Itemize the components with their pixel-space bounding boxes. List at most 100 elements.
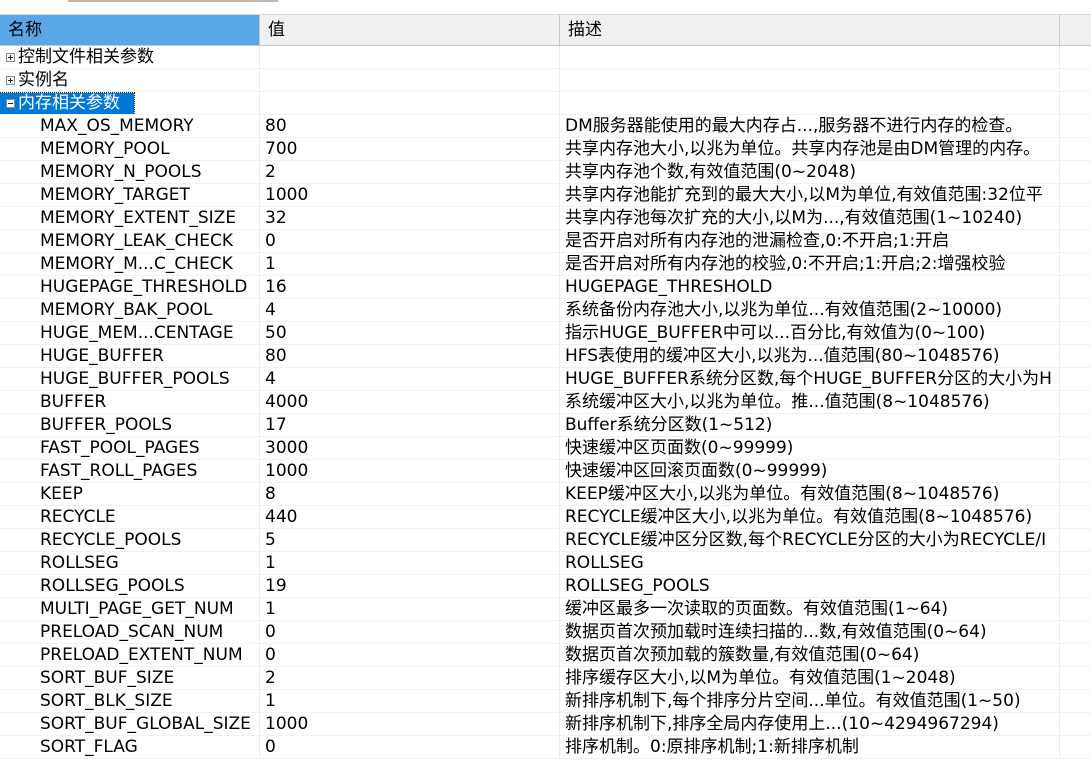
table-row[interactable]: BUFFER_POOLS 17 Buffer系统分区数(1~512) xyxy=(0,414,1091,437)
table-row[interactable]: MEMORY_N_POOLS 2 共享内存池个数,有效值范围(0~2048) xyxy=(0,161,1091,184)
param-value-cell[interactable]: 1000 xyxy=(260,713,560,736)
param-value-cell[interactable]: 700 xyxy=(260,138,560,161)
param-value-cell[interactable]: 0 xyxy=(260,230,560,253)
param-name-cell[interactable]: ROLLSEG xyxy=(0,552,260,575)
param-name-cell[interactable]: RECYCLE_POOLS xyxy=(0,529,260,552)
param-name-cell[interactable]: BUFFER xyxy=(0,391,260,414)
param-value-cell[interactable]: 50 xyxy=(260,322,560,345)
column-header-description[interactable]: 描述 xyxy=(560,15,1060,45)
param-value-cell[interactable]: 80 xyxy=(260,345,560,368)
table-row[interactable]: MAX_OS_MEMORY 80 DM服务器能使用的最大内存占...,服务器不进行内… xyxy=(0,115,1091,138)
table-row[interactable]: ROLLSEG_POOLS 19 ROLLSEG_POOLS xyxy=(0,575,1091,598)
param-value-cell[interactable]: 2 xyxy=(260,667,560,690)
param-name-cell[interactable]: SORT_BUF_GLOBAL_SIZE xyxy=(0,713,260,736)
group-name-cell[interactable]: 实例名 xyxy=(0,69,260,92)
value-cell xyxy=(260,46,560,69)
table-row[interactable]: SORT_FLAG 0 排序机制。0:原排序机制;1:新排序机制 xyxy=(0,736,1091,759)
param-name-cell[interactable]: SORT_FLAG xyxy=(0,736,260,759)
column-header-value[interactable]: 值 xyxy=(260,15,560,45)
group-name-cell[interactable]: 控制文件相关参数 xyxy=(0,46,260,69)
param-value-cell[interactable]: 16 xyxy=(260,276,560,299)
param-name-cell[interactable]: RECYCLE xyxy=(0,506,260,529)
filler-cell xyxy=(1060,506,1091,529)
param-name-cell[interactable]: FAST_POOL_PAGES xyxy=(0,437,260,460)
param-name-cell[interactable]: HUGEPAGE_THRESHOLD xyxy=(0,276,260,299)
table-row[interactable]: RECYCLE_POOLS 5 RECYCLE缓冲区分区数,每个RECYCLE分区的… xyxy=(0,529,1091,552)
param-name-cell[interactable]: PRELOAD_SCAN_NUM xyxy=(0,621,260,644)
param-value-cell[interactable]: 1000 xyxy=(260,184,560,207)
param-value-cell[interactable]: 4 xyxy=(260,368,560,391)
table-row[interactable]: SORT_BUF_GLOBAL_SIZE 1000 新排序机制下,排序全局内存使用上… xyxy=(0,713,1091,736)
filler-cell xyxy=(1060,115,1091,138)
param-name-cell[interactable]: MEMORY_M...C_CHECK xyxy=(0,253,260,276)
param-value-cell[interactable]: 3000 xyxy=(260,437,560,460)
param-name-cell[interactable]: ROLLSEG_POOLS xyxy=(0,575,260,598)
table-row[interactable]: HUGE_BUFFER 80 HFS表使用的缓冲区大小,以兆为...值范围(80~1… xyxy=(0,345,1091,368)
param-value-cell[interactable]: 1 xyxy=(260,598,560,621)
param-name-cell[interactable]: MAX_OS_MEMORY xyxy=(0,115,260,138)
param-value-cell[interactable]: 80 xyxy=(260,115,560,138)
table-row[interactable]: HUGEPAGE_THRESHOLD 16 HUGEPAGE_THRESHOLD xyxy=(0,276,1091,299)
table-row[interactable]: FAST_ROLL_PAGES 1000 快速缓冲区回滚页面数(0~99999) xyxy=(0,460,1091,483)
table-row[interactable]: PRELOAD_EXTENT_NUM 0 数据页首次预加载的簇数量,有效值范围(0~… xyxy=(0,644,1091,667)
table-row[interactable]: RECYCLE 440 RECYCLE缓冲区大小,以兆为单位。有效值范围(8~104… xyxy=(0,506,1091,529)
filler-cell xyxy=(1060,276,1091,299)
table-row[interactable]: MEMORY_BAK_POOL 4 系统备份内存池大小,以兆为单位...有效值范围(… xyxy=(0,299,1091,322)
param-name-cell[interactable]: MEMORY_TARGET xyxy=(0,184,260,207)
param-value-cell[interactable]: 1000 xyxy=(260,460,560,483)
param-value-cell[interactable]: 1 xyxy=(260,552,560,575)
minus-icon[interactable] xyxy=(6,99,15,108)
table-row[interactable]: KEEP 8 KEEP缓冲区大小,以兆为单位。有效值范围(8~1048576) xyxy=(0,483,1091,506)
table-row[interactable]: MEMORY_TARGET 1000 共享内存池能扩充到的最大大小,以M为单位,有效… xyxy=(0,184,1091,207)
param-name-cell[interactable]: MULTI_PAGE_GET_NUM xyxy=(0,598,260,621)
table-row[interactable]: HUGE_BUFFER_POOLS 4 HUGE_BUFFER系统分区数,每个HUG… xyxy=(0,368,1091,391)
param-name-cell[interactable]: FAST_ROLL_PAGES xyxy=(0,460,260,483)
group-name-cell[interactable]: 内存相关参数 xyxy=(0,92,260,115)
param-value-cell[interactable]: 4 xyxy=(260,299,560,322)
table-row[interactable]: MEMORY_EXTENT_SIZE 32 共享内存池每次扩充的大小,以M为...,… xyxy=(0,207,1091,230)
group-row-instance-name[interactable]: 实例名 xyxy=(0,69,1091,92)
param-name-cell[interactable]: BUFFER_POOLS xyxy=(0,414,260,437)
param-name-cell[interactable]: SORT_BLK_SIZE xyxy=(0,690,260,713)
param-value-cell[interactable]: 17 xyxy=(260,414,560,437)
param-value-cell[interactable]: 4000 xyxy=(260,391,560,414)
param-value-cell[interactable]: 0 xyxy=(260,736,560,759)
param-value-cell[interactable]: 32 xyxy=(260,207,560,230)
param-name-cell[interactable]: MEMORY_N_POOLS xyxy=(0,161,260,184)
plus-icon[interactable] xyxy=(6,76,15,85)
table-row[interactable]: PRELOAD_SCAN_NUM 0 数据页首次预加载时连续扫描的...数,有效值范… xyxy=(0,621,1091,644)
param-value-cell[interactable]: 8 xyxy=(260,483,560,506)
table-row[interactable]: BUFFER 4000 系统缓冲区大小,以兆为单位。推...值范围(8~104857… xyxy=(0,391,1091,414)
param-value-cell[interactable]: 19 xyxy=(260,575,560,598)
param-value-cell[interactable]: 1 xyxy=(260,253,560,276)
param-name-cell[interactable]: HUGE_MEM...CENTAGE xyxy=(0,322,260,345)
param-name-cell[interactable]: MEMORY_BAK_POOL xyxy=(0,299,260,322)
param-name-cell[interactable]: MEMORY_EXTENT_SIZE xyxy=(0,207,260,230)
plus-icon[interactable] xyxy=(6,53,15,62)
group-row-control-file[interactable]: 控制文件相关参数 xyxy=(0,46,1091,69)
table-row[interactable]: SORT_BLK_SIZE 1 新排序机制下,每个排序分片空间...单位。有效值范围… xyxy=(0,690,1091,713)
param-name-cell[interactable]: SORT_BUF_SIZE xyxy=(0,667,260,690)
param-value-cell[interactable]: 440 xyxy=(260,506,560,529)
param-name-cell[interactable]: PRELOAD_EXTENT_NUM xyxy=(0,644,260,667)
table-row[interactable]: MEMORY_POOL 700 共享内存池大小,以兆为单位。共享内存池是由DM管理的… xyxy=(0,138,1091,161)
param-name-cell[interactable]: KEEP xyxy=(0,483,260,506)
table-row[interactable]: MEMORY_M...C_CHECK 1 是否开启对所有内存池的校验,0:不开启;1… xyxy=(0,253,1091,276)
param-value-cell[interactable]: 1 xyxy=(260,690,560,713)
param-name-cell[interactable]: HUGE_BUFFER_POOLS xyxy=(0,368,260,391)
param-name-cell[interactable]: MEMORY_POOL xyxy=(0,138,260,161)
table-row[interactable]: MULTI_PAGE_GET_NUM 1 缓冲区最多一次读取的页面数。有效值范围(1… xyxy=(0,598,1091,621)
column-header-name[interactable]: 名称 xyxy=(0,15,260,45)
param-name-cell[interactable]: MEMORY_LEAK_CHECK xyxy=(0,230,260,253)
param-name-cell[interactable]: HUGE_BUFFER xyxy=(0,345,260,368)
param-value-cell[interactable]: 0 xyxy=(260,644,560,667)
table-row[interactable]: HUGE_MEM...CENTAGE 50 指示HUGE_BUFFER中可以...百… xyxy=(0,322,1091,345)
param-value-cell[interactable]: 2 xyxy=(260,161,560,184)
param-value-cell[interactable]: 5 xyxy=(260,529,560,552)
param-value-cell[interactable]: 0 xyxy=(260,621,560,644)
table-row[interactable]: ROLLSEG 1 ROLLSEG xyxy=(0,552,1091,575)
table-row[interactable]: SORT_BUF_SIZE 2 排序缓存区大小,以M为单位。有效值范围(1~2048… xyxy=(0,667,1091,690)
group-row-memory[interactable]: 内存相关参数 xyxy=(0,92,1091,115)
table-row[interactable]: FAST_POOL_PAGES 3000 快速缓冲区页面数(0~99999) xyxy=(0,437,1091,460)
table-row[interactable]: MEMORY_LEAK_CHECK 0 是否开启对所有内存池的泄漏检查,0:不开启;… xyxy=(0,230,1091,253)
